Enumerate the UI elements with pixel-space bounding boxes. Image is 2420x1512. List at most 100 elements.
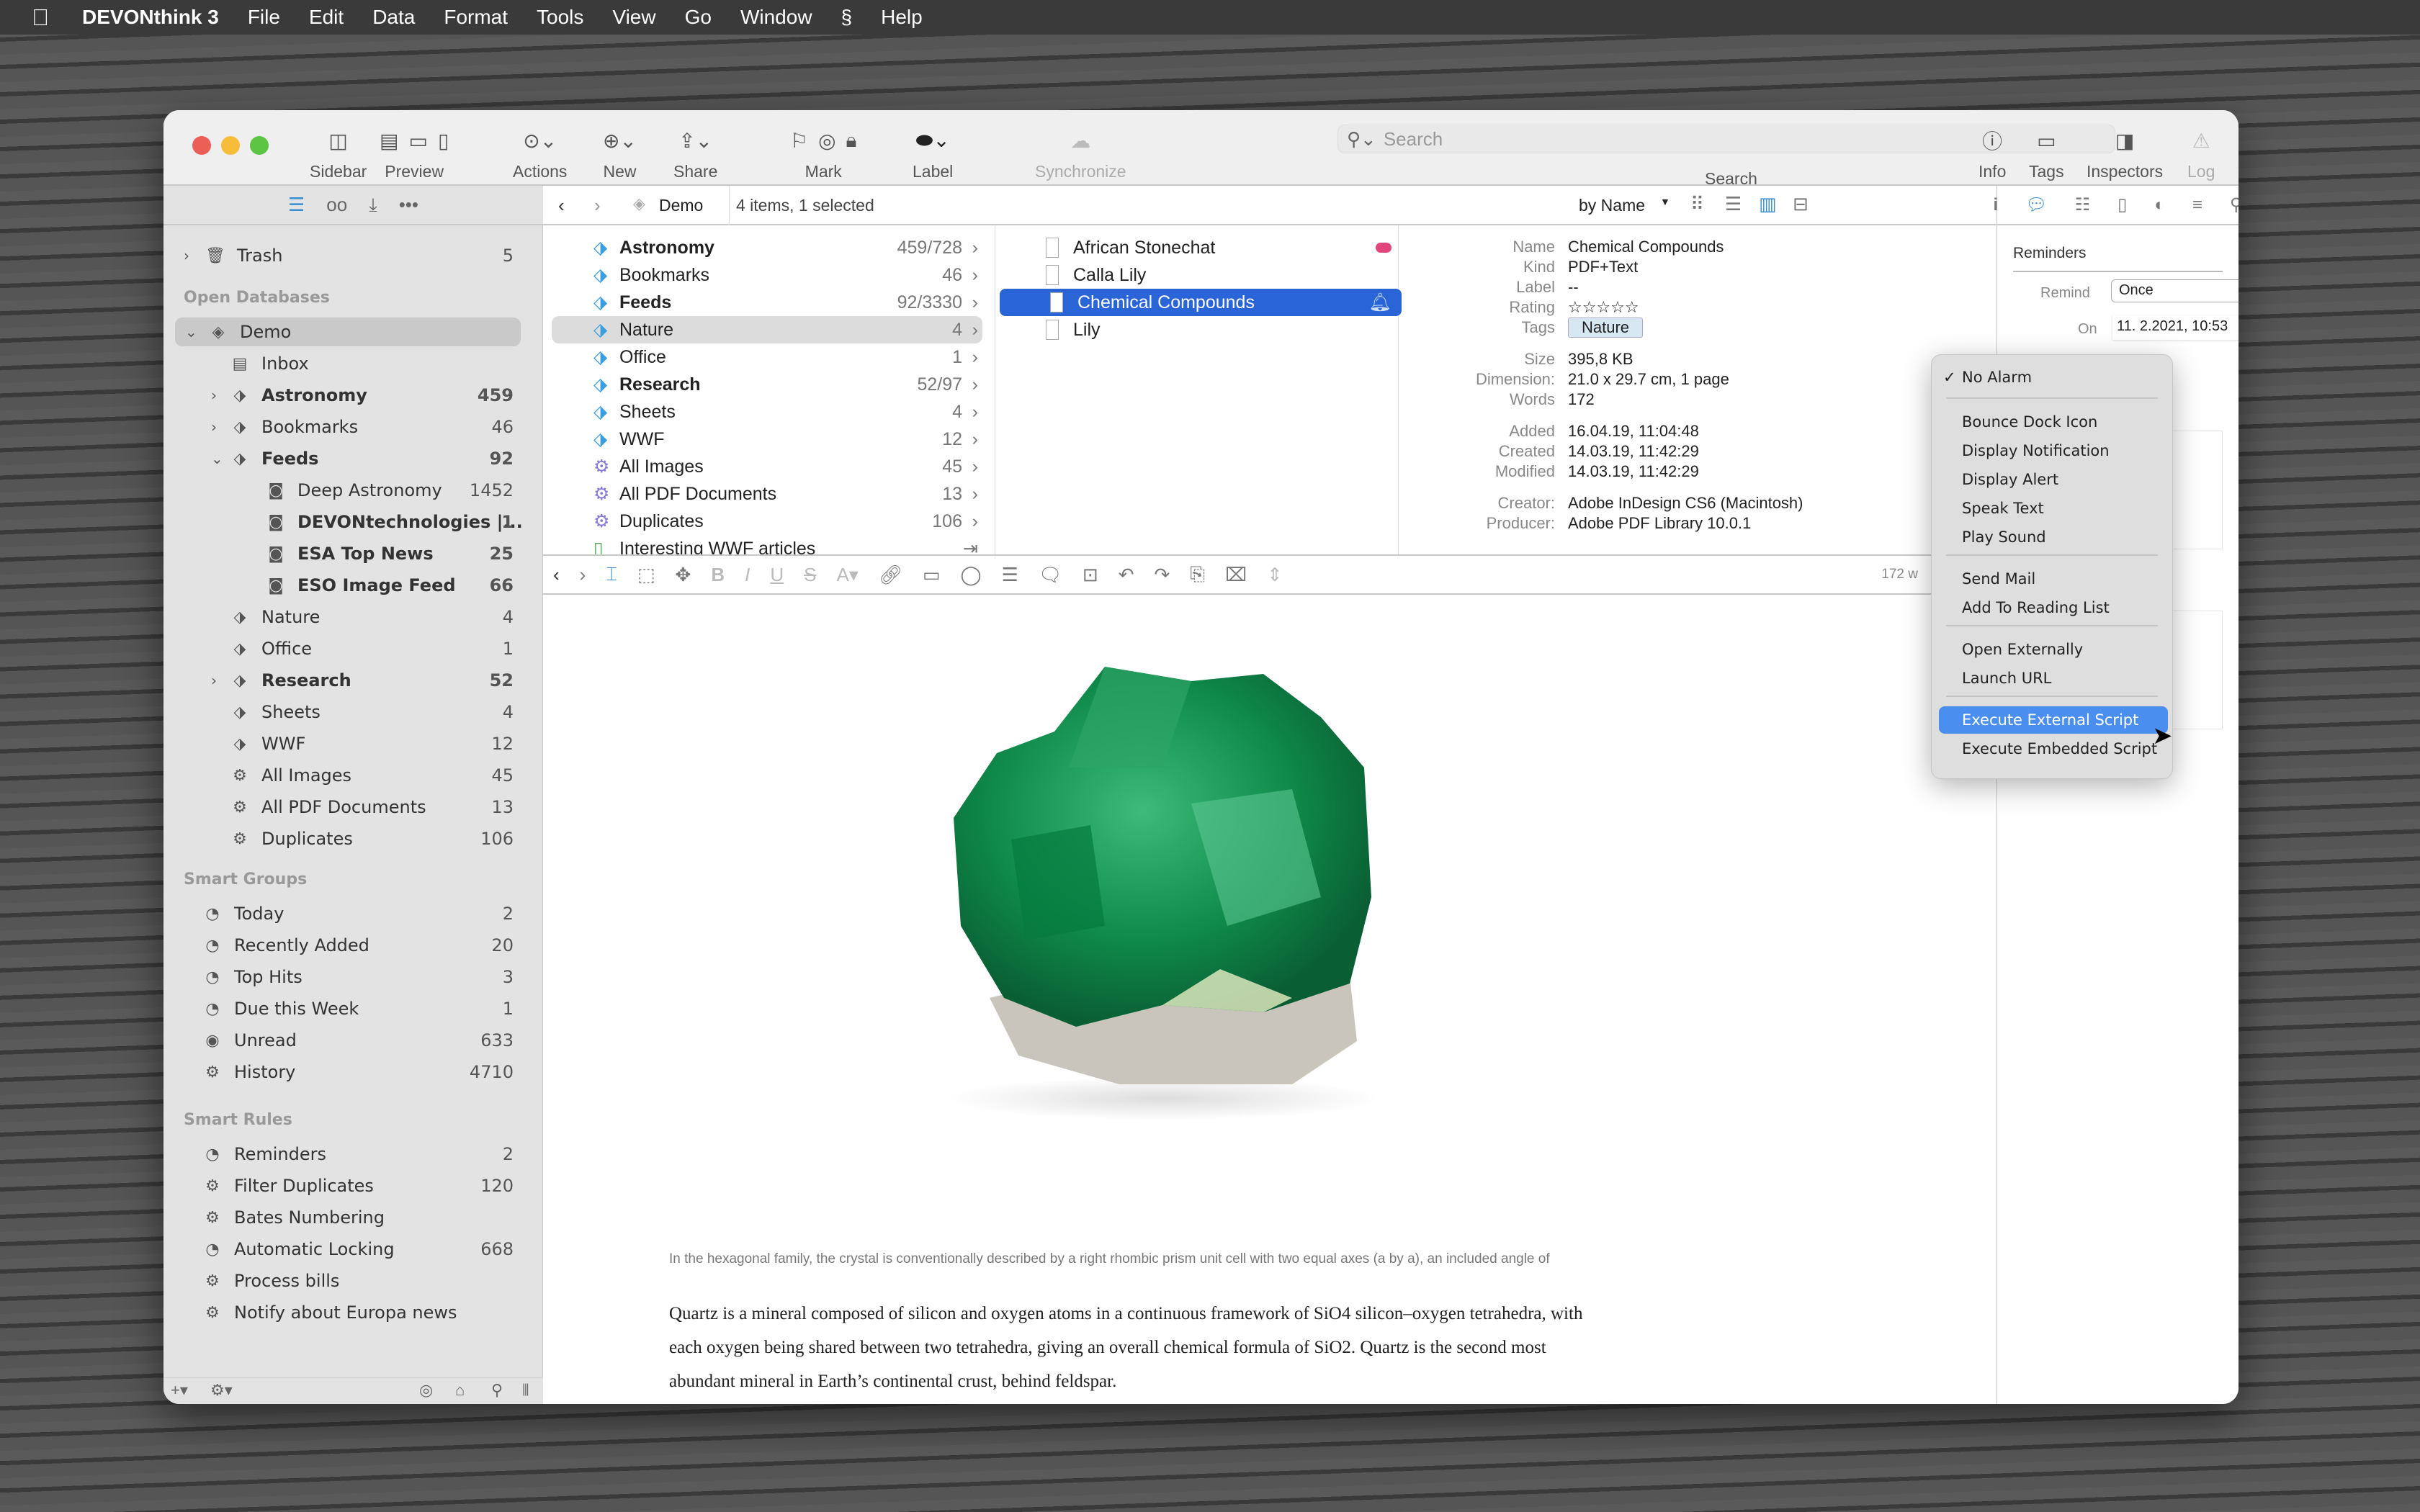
smart-group-item[interactable]: ◉ Unread 633 (163, 1026, 542, 1055)
oval-annotation-icon[interactable]: ◯ (960, 564, 981, 586)
split-icon[interactable]: ⇕ (1267, 564, 1283, 586)
menu-item[interactable]: Bounce Dock Icon (1932, 408, 2172, 436)
reminder-date-field[interactable]: 11. 2.2021, 10:53 ▦ (2112, 315, 2238, 340)
synchronize-button[interactable]: ☁ Synchronize (1035, 126, 1126, 181)
link-icon[interactable]: 🔗︎ (879, 564, 902, 586)
menu-edit[interactable]: Edit (295, 6, 358, 29)
sidebar-button[interactable]: ◫ Sidebar (310, 126, 367, 181)
document-viewer[interactable]: In the hexagonal family, the crystal is … (543, 595, 1996, 1404)
rotate-right-icon[interactable]: ↷ (1155, 564, 1170, 586)
document-row[interactable]: Calla Lily (995, 261, 1399, 289)
text-color-icon[interactable]: A▾ (836, 564, 858, 586)
menu-app-name[interactable]: DEVONthink 3 (68, 6, 233, 29)
menu-view[interactable]: View (598, 6, 670, 29)
menu-item[interactable]: Speak Text (1932, 495, 2172, 522)
sidebar-item[interactable]: ◙ Deep Astronomy 1452 (163, 476, 542, 505)
previous-page-icon[interactable]: ‹ (553, 564, 560, 586)
toc-tab-icon[interactable]: ☷ (2075, 194, 2091, 215)
group-row[interactable]: ⬗ Research 52/97 › (593, 371, 982, 398)
list-view-icon[interactable]: ☰ (1725, 193, 1742, 215)
disclosure-icon[interactable]: ⌄ (211, 450, 223, 467)
close-button[interactable] (192, 136, 211, 155)
breadcrumb-database[interactable]: Demo (659, 196, 703, 215)
location-filter-icon[interactable]: ⚲ (491, 1381, 503, 1400)
sidebar-item[interactable]: ⬗ Sheets 4 (163, 698, 542, 726)
new-button[interactable]: ⊕⌄ New (603, 126, 637, 181)
underline-icon[interactable]: U (770, 564, 784, 586)
share-button[interactable]: ⇪⌄ Share (673, 126, 717, 181)
info-button[interactable]: ⓘ Info (1978, 126, 2006, 181)
group-row[interactable]: ⬗ Sheets 4 › (593, 398, 982, 426)
cover-view-icon[interactable]: ⊟ (1793, 193, 1809, 215)
smart-group-item[interactable]: ◔ Top Hits 3 (163, 963, 542, 991)
forward-icon[interactable]: › (594, 194, 601, 217)
note-annotation-icon[interactable]: 🗨︎ (1039, 564, 1062, 586)
rotate-left-icon[interactable]: ↶ (1119, 564, 1134, 586)
document-row[interactable]: African Stonechat (995, 234, 1399, 261)
smart-group-item[interactable]: ◔ Recently Added 20 (163, 931, 542, 960)
script-menu-icon[interactable]: § (827, 6, 867, 29)
disclosure-icon[interactable]: › (184, 247, 189, 264)
gear-menu-icon[interactable]: ⚙▾ (210, 1381, 233, 1400)
inspectors-button[interactable]: ◨ Inspectors (2087, 126, 2163, 181)
sort-popup[interactable]: by Name (1579, 196, 1645, 215)
scroll-tool-icon[interactable]: ✥ (676, 564, 691, 586)
concordance-tab-icon[interactable]: ◐ (2154, 195, 2165, 215)
tag-token[interactable]: Nature (1568, 318, 1644, 338)
sidebar-item-database[interactable]: ⌄ ◈ Demo (175, 318, 521, 346)
smart-group-item[interactable]: ⚙ History 4710 (163, 1058, 542, 1086)
actions-button[interactable]: ⊙⌄ Actions (513, 126, 567, 181)
sidebar-item[interactable]: ⚙ Duplicates 106 (163, 824, 542, 853)
sidebar-item[interactable]: ◙ ESA Top News 25 (163, 539, 542, 568)
back-icon[interactable]: ‹ (558, 194, 565, 217)
menu-item[interactable]: Display Notification (1932, 437, 2172, 464)
group-row[interactable]: ⬗ Feeds 92/3330 › (593, 289, 982, 316)
sidebar-item[interactable]: ⬗ Office 1 (163, 634, 542, 663)
minimize-button[interactable] (221, 136, 240, 155)
sidebar-item-trash[interactable]: › 🗑︎ Trash 5 (163, 241, 542, 270)
group-row[interactable]: ⬗ Astronomy 459/728 › (593, 234, 982, 261)
strikethrough-icon[interactable]: S (804, 564, 816, 586)
sidebar-item[interactable]: › ⬗ Astronomy 459 (163, 381, 542, 410)
menu-window[interactable]: Window (726, 6, 827, 29)
remind-popup[interactable]: Once ⇕ (2111, 279, 2238, 302)
navigate-icon[interactable]: ☰ (288, 194, 305, 216)
menu-item[interactable]: Display Alert (1932, 466, 2172, 493)
rectangle-annotation-icon[interactable]: ▭ (923, 564, 941, 586)
bold-icon[interactable]: B (711, 564, 725, 586)
sidebar-item[interactable]: › ⬗ Research 52 (163, 666, 542, 695)
tags-button[interactable]: ▭ Tags (2029, 126, 2064, 181)
sidebar-item[interactable]: ⬗ WWF 12 (163, 729, 542, 758)
smart-rule-item[interactable]: ⚙ Bates Numbering (163, 1203, 542, 1232)
textbox-annotation-icon[interactable]: ⊡ (1083, 564, 1098, 586)
disclosure-icon[interactable]: › (211, 387, 217, 404)
sidebar-item[interactable]: ◙ DEVONtechnologies |... 1 (163, 508, 542, 536)
menu-item[interactable]: Send Mail (1932, 565, 2172, 593)
icon-view-icon[interactable]: ⠿ (1690, 193, 1704, 215)
properties-tab-icon[interactable]: ≡ (2192, 195, 2202, 215)
menu-item-no-alarm[interactable]: ✓ No Alarm (1932, 364, 2172, 391)
resize-handle[interactable]: ⦀ (522, 1381, 529, 1400)
menu-item[interactable]: Play Sound (1932, 523, 2172, 551)
group-row[interactable]: ⬗ Nature 4 › (552, 316, 982, 343)
delete-page-icon[interactable]: ⌧ (1225, 564, 1247, 586)
highlight-lines-icon[interactable]: ☰ (1002, 564, 1018, 586)
group-row[interactable]: ⚙ All PDF Documents 13 › (593, 480, 982, 508)
group-row[interactable]: ⚙ Duplicates 106 › (593, 508, 982, 535)
menu-item[interactable]: Open Externally (1932, 636, 2172, 663)
sidebar-item[interactable]: ⚙ All PDF Documents 13 (163, 793, 542, 822)
smart-rule-item[interactable]: ⚙ Filter Duplicates 120 (163, 1171, 542, 1200)
sidebar-item[interactable]: ▤ Inbox (163, 349, 542, 378)
smart-group-item[interactable]: ◔ Due this Week 1 (163, 994, 542, 1023)
reading-list-icon[interactable]: oo (326, 194, 347, 216)
group-row[interactable]: ⚙ All Images 45 › (593, 453, 982, 480)
smart-rule-item[interactable]: ◔ Automatic Locking 668 (163, 1235, 542, 1264)
disclosure-icon[interactable]: › (211, 672, 217, 689)
zoom-button[interactable] (250, 136, 269, 155)
disclosure-icon[interactable]: › (211, 418, 217, 436)
log-button[interactable]: ⚠ Log (2187, 126, 2215, 181)
menu-item[interactable]: Execute External Script (1939, 706, 2168, 734)
group-row[interactable]: ⬗ Bookmarks 46 › (593, 261, 982, 289)
menu-format[interactable]: Format (429, 6, 522, 29)
annotation-tab-icon[interactable]: 💬︎ (2025, 194, 2047, 215)
